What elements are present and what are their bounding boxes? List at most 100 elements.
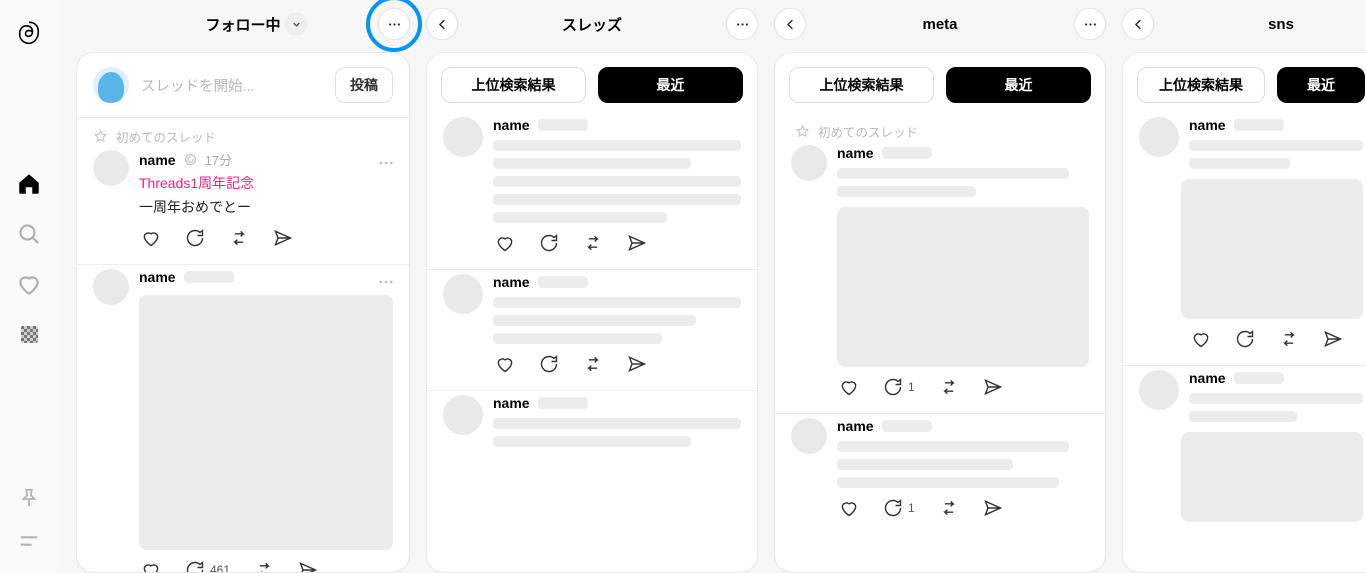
skeleton [1234,372,1284,384]
tab-recent[interactable]: 最近 [946,67,1091,103]
share-button[interactable] [983,498,1003,518]
pin-icon[interactable] [18,487,40,512]
tab-top-results[interactable]: 上位検索結果 [1137,67,1265,103]
like-button[interactable] [495,354,515,374]
post-username[interactable]: name [837,145,874,161]
post-more-icon[interactable] [377,273,395,294]
post-username[interactable]: name [493,395,530,411]
back-button[interactable] [426,8,458,40]
reply-button[interactable]: 1 [883,498,915,518]
tab-top-results[interactable]: 上位検索結果 [441,67,586,103]
column-card: 上位検索結果 最近 name [426,52,758,573]
reply-button[interactable] [1235,329,1255,349]
post-username[interactable]: name [139,152,176,168]
column-header: スレッズ [426,0,758,48]
share-button[interactable] [983,377,1003,397]
first-thread-label: 初めてのスレッド [77,118,409,146]
like-button[interactable] [839,498,859,518]
post-username[interactable]: name [837,418,874,434]
post[interactable]: name [427,391,757,461]
post-username[interactable]: name [1189,370,1226,386]
post[interactable]: name 461 [77,265,409,572]
share-button[interactable] [1323,329,1343,349]
post-username[interactable]: name [493,274,530,290]
compose-input[interactable]: スレッドを開始... [141,75,323,96]
share-button[interactable] [627,233,647,253]
avatar-self[interactable] [93,67,129,103]
back-button[interactable] [774,8,806,40]
column-search-meta: meta 上位検索結果 最近 初めてのスレッド name [774,0,1106,573]
skeleton [538,276,588,288]
column-more-button[interactable] [378,8,410,40]
repost-button[interactable] [939,377,959,397]
back-button[interactable] [1122,8,1154,40]
threads-logo[interactable] [15,20,43,51]
avatar[interactable] [93,150,129,186]
repost-button[interactable] [583,354,603,374]
post-username[interactable]: name [139,269,176,285]
heart-icon[interactable] [16,271,42,297]
avatar[interactable] [1139,117,1179,157]
menu-icon[interactable] [18,530,40,555]
post[interactable]: name 17分 Threads1周年記念 一周年おめでとー [77,146,409,265]
repost-button[interactable] [229,228,249,248]
search-tabs: 上位検索結果 最近 [1123,53,1366,113]
tab-top-results[interactable]: 上位検索結果 [789,67,934,103]
avatar[interactable] [443,117,483,157]
search-icon[interactable] [16,221,42,247]
reply-button[interactable] [185,228,205,248]
post-username[interactable]: name [1189,117,1226,133]
avatar[interactable] [443,395,483,435]
column-more-button[interactable] [1074,8,1106,40]
home-icon[interactable] [16,171,42,197]
feed-filter-button[interactable] [285,13,307,35]
reply-button[interactable]: 1 [883,377,915,397]
mention-badge-icon [184,153,197,166]
like-button[interactable] [495,233,515,253]
repost-button[interactable] [1279,329,1299,349]
column-title: フォロー中 [205,14,280,35]
post-button[interactable]: 投稿 [335,67,393,103]
tab-recent[interactable]: 最近 [1277,67,1365,103]
skeleton [837,477,1059,488]
like-button[interactable] [1191,329,1211,349]
skeleton [538,119,588,131]
column-header: meta [774,0,1106,48]
share-button[interactable] [273,228,293,248]
reply-button[interactable] [539,354,559,374]
skeleton [1234,119,1284,131]
post[interactable]: name [1123,113,1366,366]
post-hashtag-link[interactable]: Threads1周年記念 [139,173,393,193]
share-button[interactable] [298,560,318,572]
reply-button[interactable] [539,233,559,253]
share-button[interactable] [627,354,647,374]
avatar[interactable] [791,145,827,181]
avatar[interactable] [443,274,483,314]
post-actions [139,218,393,250]
post[interactable]: name [427,270,757,391]
reply-count: 461 [210,563,230,572]
like-button[interactable] [141,228,161,248]
post-more-icon[interactable] [377,154,395,175]
image-skeleton [139,295,393,550]
reply-button[interactable]: 461 [185,560,230,572]
profile-icon[interactable] [16,321,42,347]
post-username[interactable]: name [493,117,530,133]
avatar[interactable] [93,269,129,305]
tab-recent[interactable]: 最近 [598,67,743,103]
repost-button[interactable] [583,233,603,253]
first-thread-label: 初めてのスレッド [775,113,1105,141]
post[interactable]: name 1 [775,141,1105,414]
left-nav-rail [0,0,58,573]
like-button[interactable] [141,560,161,572]
avatar[interactable] [791,418,827,454]
post[interactable]: name 1 [775,414,1105,534]
column-following: フォロー中 スレッドを開始... 投稿 初めてのスレッド [76,0,410,573]
avatar[interactable] [1139,370,1179,410]
post[interactable]: name [427,113,757,270]
post[interactable]: name [1123,366,1366,536]
like-button[interactable] [839,377,859,397]
repost-button[interactable] [254,560,274,572]
column-more-button[interactable] [726,8,758,40]
repost-button[interactable] [939,498,959,518]
